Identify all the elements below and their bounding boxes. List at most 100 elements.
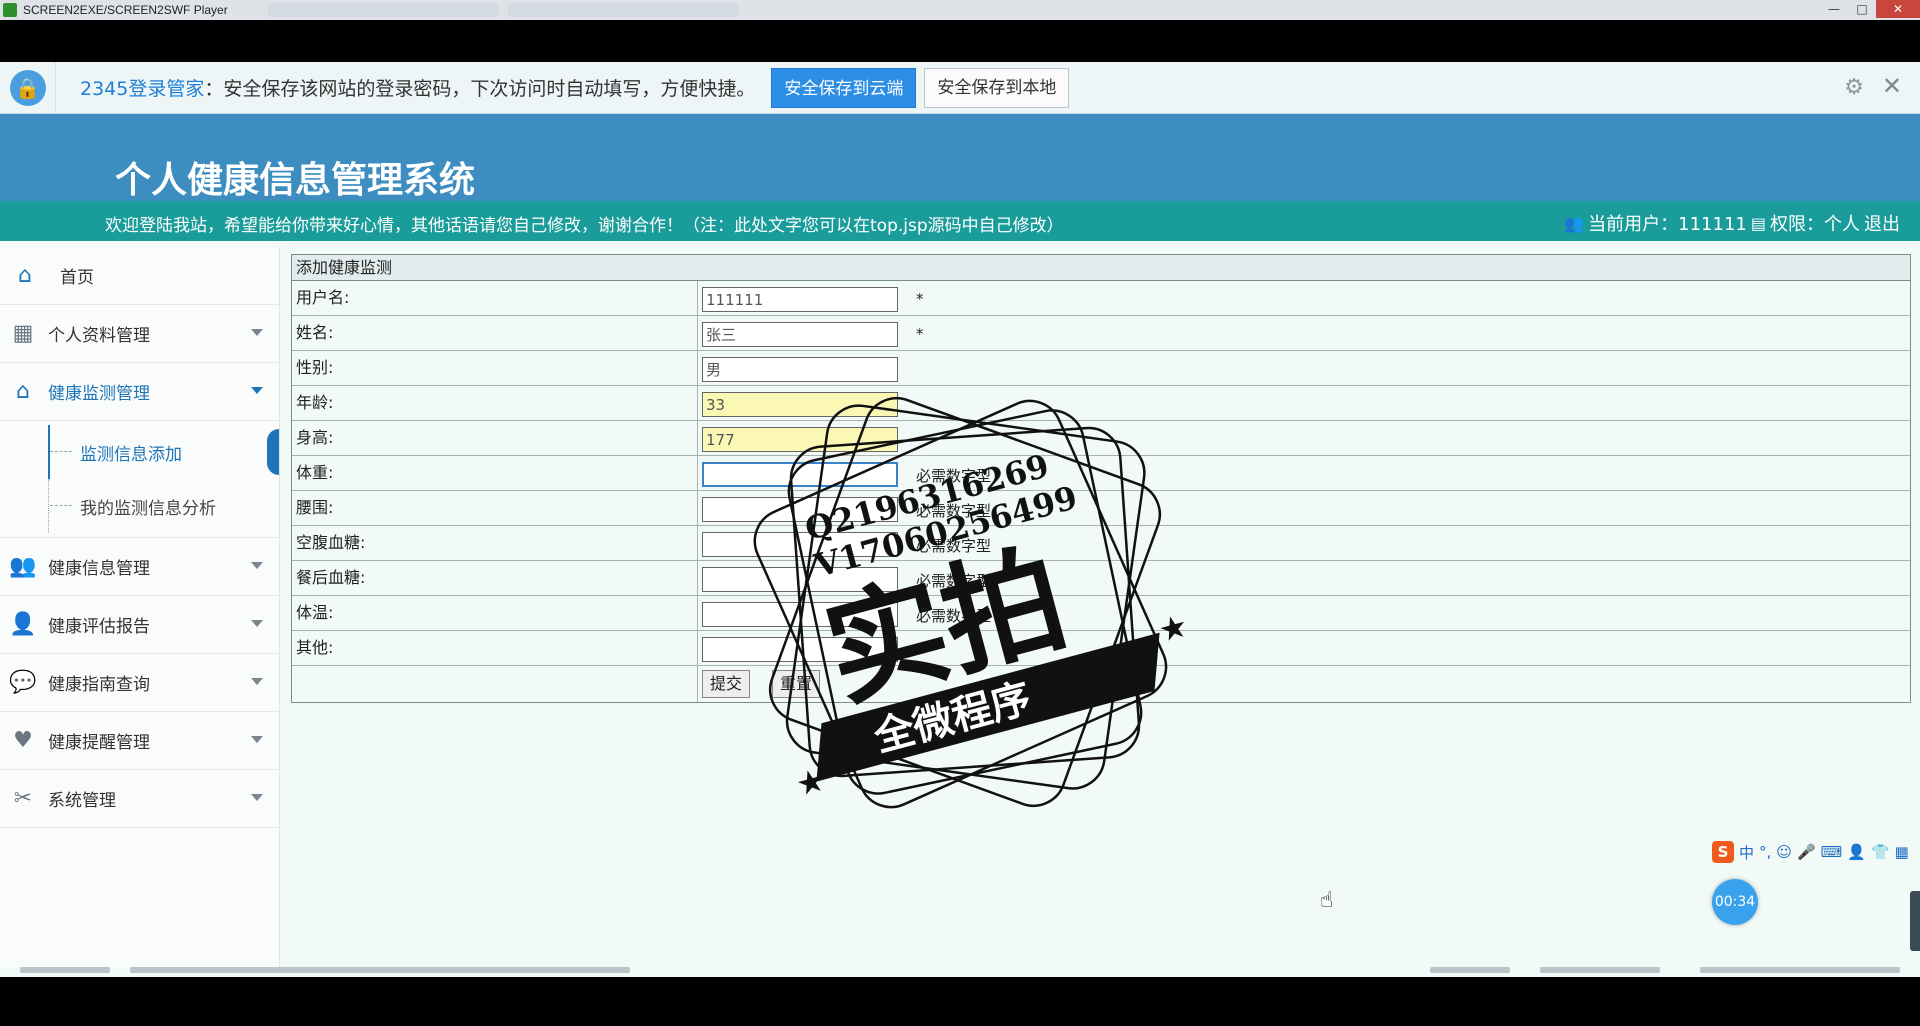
- username-field[interactable]: [702, 287, 898, 312]
- skin-icon[interactable]: 👕: [1871, 843, 1890, 861]
- close-icon[interactable]: ✕: [1882, 72, 1902, 100]
- minimize-button[interactable]: —: [1820, 0, 1848, 18]
- height-field[interactable]: [702, 427, 898, 452]
- sidebar-item-label: 健康监测管理: [48, 384, 150, 404]
- sidebar-item-label: 健康提醒管理: [48, 733, 150, 753]
- user-icon[interactable]: 👤: [1847, 843, 1866, 861]
- logout-link[interactable]: 退出: [1864, 210, 1900, 236]
- sidebar-item-label: 个人资料管理: [48, 326, 150, 346]
- postmeal-glucose-field[interactable]: [702, 567, 898, 592]
- maximize-button[interactable]: □: [1848, 0, 1876, 18]
- age-field[interactable]: [702, 392, 898, 417]
- ime-punct[interactable]: °,: [1759, 843, 1771, 861]
- app-title: 个人健康信息管理系统: [115, 160, 476, 201]
- weight-field[interactable]: [702, 462, 898, 487]
- sogou-logo-icon: S: [1712, 841, 1734, 863]
- password-manager-bar: 🔒 2345登录管家 ：安全保存该网站的登录密码，下次访问时自动填写，方便快捷。…: [0, 62, 1920, 114]
- sidebar-item-system[interactable]: ✂ 系统管理: [0, 770, 279, 828]
- sidebar-item-monitoring[interactable]: ⌂ 健康监测管理: [0, 363, 279, 421]
- lock-icon: 🔒: [9, 69, 46, 106]
- field-label: 用户名:: [292, 281, 698, 315]
- field-label: 年龄:: [292, 386, 698, 420]
- numeric-hint: 必需数字型: [916, 502, 992, 520]
- form-row-postmeal-glucose: 餐后血糖: 必需数字型: [292, 561, 1910, 596]
- form-row-height: 身高:: [292, 421, 1910, 456]
- close-button[interactable]: ✕: [1876, 0, 1920, 18]
- star-icon: ★: [792, 760, 830, 804]
- form-row-temperature: 体温: 必需数字型: [292, 596, 1910, 631]
- chevron-down-icon: [251, 329, 263, 336]
- password-manager-brand[interactable]: 2345登录管家: [80, 74, 204, 101]
- submit-button[interactable]: 提交: [702, 670, 751, 698]
- chat-icon: 💬: [9, 670, 37, 695]
- tools-icon: ✂: [13, 786, 33, 811]
- sidebar-item-label: 健康评估报告: [48, 617, 150, 637]
- permission-icon: ▤: [1750, 213, 1766, 233]
- home-icon: ⌂: [16, 379, 30, 404]
- field-label: 性别:: [292, 351, 698, 385]
- other-field[interactable]: [702, 637, 898, 662]
- save-to-local-button[interactable]: 安全保存到本地: [924, 67, 1070, 108]
- home-icon: ⌂: [18, 263, 32, 288]
- ime-mode[interactable]: 中: [1739, 842, 1754, 863]
- form-row-other: 其他:: [292, 631, 1910, 666]
- form-row-age: 年龄:: [292, 386, 1910, 421]
- player-title: SCREEN2EXE/SCREEN2SWF Player: [23, 3, 228, 17]
- mic-icon[interactable]: 🎤: [1797, 843, 1816, 861]
- form-row-username: 用户名: *: [292, 281, 1910, 316]
- grid-icon: ▦: [12, 321, 34, 346]
- submenu-item-label: 监测信息添加: [80, 444, 182, 465]
- window-controls: — □ ✕: [1820, 0, 1920, 20]
- form-row-gender: 性别:: [292, 351, 1910, 386]
- side-panel-handle[interactable]: [1910, 891, 1920, 951]
- name-field[interactable]: [702, 322, 898, 347]
- sidebar-item-label: 系统管理: [48, 791, 116, 811]
- submenu-item-add[interactable]: 监测信息添加: [0, 425, 279, 479]
- current-user: 当前用户：111111: [1588, 214, 1747, 235]
- hand-cursor-icon: ☝: [1320, 888, 1334, 913]
- browser-viewport: 🔒 2345登录管家 ：安全保存该网站的登录密码，下次访问时自动填写，方便快捷。…: [0, 62, 1920, 977]
- recording-timer[interactable]: 00:34: [1712, 879, 1758, 925]
- password-manager-message: ：安全保存该网站的登录密码，下次访问时自动填写，方便快捷。: [204, 78, 756, 100]
- reset-button[interactable]: 重置: [772, 670, 821, 698]
- sidebar-item-home[interactable]: ⌂ 首页: [0, 247, 279, 305]
- sidebar: ⌂ 首页 ▦ 个人资料管理 ⌂ 健康监测管理 监测信息添加 我的监测信息分析 👥…: [0, 247, 280, 977]
- monitoring-submenu: 监测信息添加 我的监测信息分析: [0, 421, 279, 538]
- sidebar-item-label: 首页: [60, 268, 94, 288]
- welcome-bar: 欢迎登陆我站，希望能给你带来好心情，其他话语请您自己修改，谢谢合作！（注：此处文…: [0, 201, 1920, 241]
- sidebar-item-health-info[interactable]: 👥 健康信息管理: [0, 538, 279, 596]
- numeric-hint: 必需数字型: [916, 607, 992, 625]
- users-icon: 👥: [9, 554, 37, 579]
- welcome-text: 欢迎登陆我站，希望能给你带来好心情，其他话语请您自己修改，谢谢合作！（注：此处文…: [105, 216, 1064, 236]
- field-label: 姓名:: [292, 316, 698, 350]
- keyboard-icon[interactable]: ⌨: [1821, 843, 1843, 861]
- player-app-icon: [3, 3, 17, 17]
- form-row-weight: 体重: 必需数字型: [292, 456, 1910, 491]
- temperature-field[interactable]: [702, 602, 898, 627]
- app-header: 个人健康信息管理系统: [0, 114, 1920, 201]
- save-to-cloud-button[interactable]: 安全保存到云端: [771, 67, 917, 108]
- ime-toolbar[interactable]: S 中 °, ☺ 🎤 ⌨ 👤 👕 ▦: [1712, 839, 1909, 865]
- field-label: 腰围:: [292, 491, 698, 525]
- field-label: 体重:: [292, 456, 698, 490]
- menu-icon[interactable]: ▦: [1895, 843, 1909, 861]
- gender-field[interactable]: [702, 357, 898, 382]
- chevron-down-icon: [251, 562, 263, 569]
- permission: 权限：个人: [1770, 214, 1860, 235]
- status-bar: [0, 967, 1920, 977]
- sidebar-item-profile[interactable]: ▦ 个人资料管理: [0, 305, 279, 363]
- sidebar-item-guide[interactable]: 💬 健康指南查询: [0, 654, 279, 712]
- fasting-glucose-field[interactable]: [702, 532, 898, 557]
- waist-field[interactable]: [702, 497, 898, 522]
- gear-icon[interactable]: ⚙: [1844, 75, 1864, 100]
- emoji-icon[interactable]: ☺: [1776, 843, 1792, 861]
- submenu-item-analysis[interactable]: 我的监测信息分析: [0, 479, 279, 533]
- lock-icon-box: 🔒: [0, 62, 56, 114]
- sidebar-item-assessment[interactable]: 👤 健康评估报告: [0, 596, 279, 654]
- chevron-down-icon: [251, 387, 263, 394]
- field-label: 餐后血糖:: [292, 561, 698, 595]
- chevron-down-icon: [251, 736, 263, 743]
- sidebar-item-reminder[interactable]: ♥ 健康提醒管理: [0, 712, 279, 770]
- chevron-down-icon: [251, 620, 263, 627]
- required-mark: *: [916, 290, 924, 308]
